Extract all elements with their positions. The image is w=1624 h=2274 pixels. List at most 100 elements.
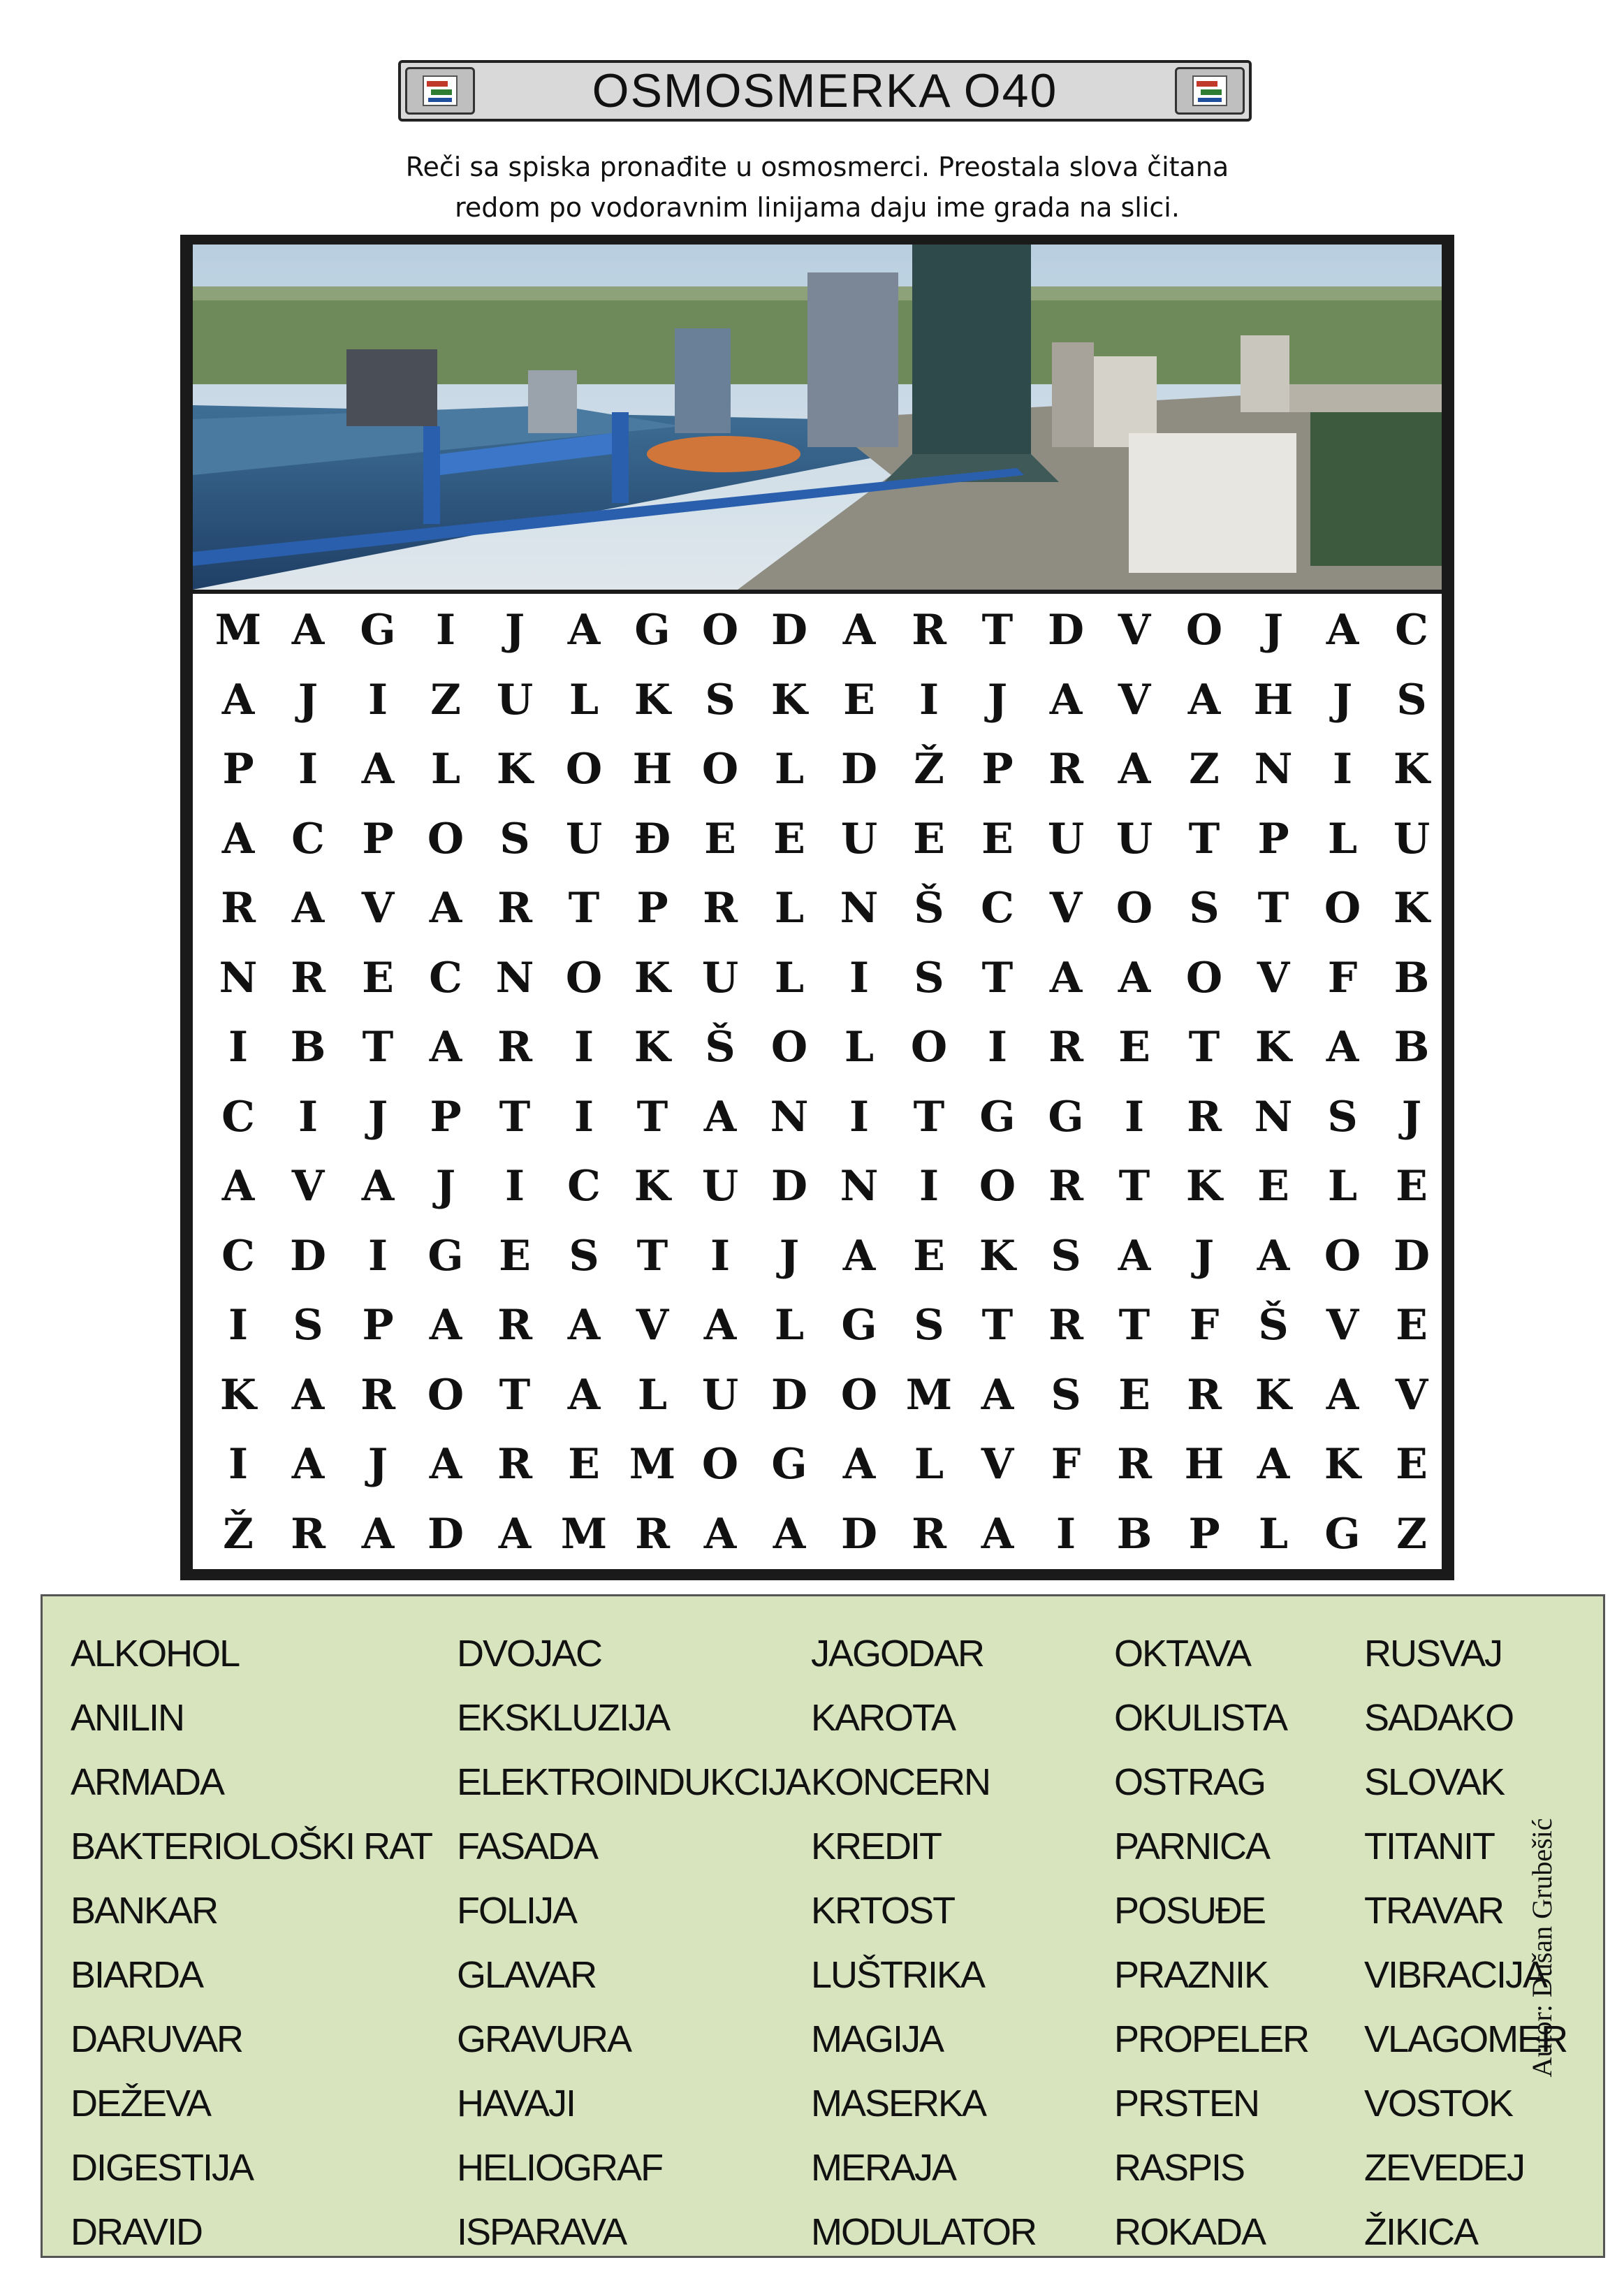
grid-cell: A: [429, 1440, 462, 1489]
grid-cell: Z: [1189, 745, 1220, 794]
grid-cell: K: [1393, 745, 1431, 794]
word-item: ROKADA: [1114, 2211, 1266, 2253]
grid-cell: Š: [914, 884, 944, 933]
word-list: ALKOHOL ANILIN ARMADA BAKTERIOLOŠKI RAT BANK…: [41, 1594, 1605, 2258]
word-item: BANKAR: [71, 1890, 219, 1932]
title-bar: OSMOSMERKA O40: [398, 60, 1252, 122]
page-title: OSMOSMERKA O40: [592, 64, 1058, 117]
grid-row: MAGIJAGODARTDVOJAC: [193, 595, 1442, 665]
grid-cell: I: [919, 675, 939, 724]
grid-cell: J: [1194, 1231, 1215, 1281]
grid-cell: U: [1047, 814, 1085, 863]
grid-cell: A: [1187, 675, 1221, 724]
grid-cell: E: [843, 675, 875, 724]
grid-cell: Š: [1258, 1301, 1289, 1350]
grid-cell: I: [849, 1092, 870, 1142]
grid-cell: P: [430, 1092, 462, 1142]
grid-cell: A: [1257, 1440, 1290, 1489]
grid-cell: K: [219, 1370, 257, 1420]
word-item: ISPARAVA: [457, 2211, 627, 2253]
puzzle-frame: MAGIJAGODARTDVOJACAJIZULKSKEIJAVAHJSPIAL…: [180, 235, 1454, 1580]
word-item: MERAJA: [811, 2147, 957, 2189]
grid-cell: A: [981, 1370, 1014, 1420]
grid-cell: O: [910, 1023, 948, 1072]
grid-cell: A: [291, 884, 325, 933]
grid-cell: Z: [430, 675, 461, 724]
grid-cell: D: [1393, 1231, 1431, 1281]
grid-cell: U: [565, 814, 603, 863]
grid-cell: J: [367, 1440, 388, 1489]
grid-cell: R: [703, 884, 738, 933]
word-item: KRTOST: [811, 1890, 956, 1932]
grid-cell: R: [291, 1509, 325, 1559]
grid-cell: S: [1051, 1370, 1081, 1420]
grid-row: ŽRADAMRAADRAIBPLGZ: [193, 1499, 1442, 1569]
grid-cell: R: [912, 606, 946, 655]
grid-cell: R: [1048, 1023, 1083, 1072]
grid-cell: S: [705, 675, 736, 724]
grid-cell: A: [567, 1370, 601, 1420]
grid-row: ISPARAVALGSTRTFŠVE: [193, 1290, 1442, 1360]
grid-cell: T: [636, 1092, 668, 1142]
grid-cell: Ž: [223, 1509, 254, 1559]
grid-cell: R: [221, 884, 256, 933]
grid-cell: J: [1332, 675, 1353, 724]
word-item: SLOVAK: [1364, 1761, 1505, 1803]
grid-cell: A: [842, 1440, 876, 1489]
grid-cell: A: [429, 884, 462, 933]
grid-cell: D: [289, 1231, 327, 1281]
city-photo: [193, 245, 1442, 590]
grid-cell: S: [1189, 884, 1220, 933]
grid-row: CIJPTITANITGGIRNSJ: [193, 1082, 1442, 1152]
grid-cell: J: [298, 675, 319, 724]
grid-cell: S: [1327, 1092, 1358, 1142]
grid-cell: V: [1118, 675, 1151, 724]
grid-cell: C: [221, 1092, 255, 1142]
grid-cell: O: [565, 953, 603, 1003]
grid-cell: O: [840, 1370, 878, 1420]
book-stack-icon-left: [405, 67, 475, 115]
grid-cell: B: [1393, 953, 1430, 1003]
grid-cell: I: [849, 953, 870, 1003]
grid-cell: C: [567, 1162, 601, 1211]
word-item: ZEVEDEJ: [1364, 2147, 1526, 2189]
book-stack-icon-right: [1175, 67, 1245, 115]
grid-cell: H: [632, 745, 673, 794]
grid-cell: L: [1258, 1509, 1289, 1559]
grid-cell: I: [710, 1231, 731, 1281]
grid-cell: U: [1393, 814, 1431, 863]
grid-cell: C: [221, 1231, 255, 1281]
grid-cell: T: [568, 884, 600, 933]
grid-cell: T: [1257, 884, 1289, 933]
grid-cell: N: [1254, 1092, 1293, 1142]
grid-cell: B: [290, 1023, 326, 1072]
grid-cell: R: [1048, 1301, 1083, 1350]
grid-cell: M: [629, 1440, 676, 1489]
grid-cell: R: [497, 1440, 532, 1489]
grid-cell: E: [913, 814, 945, 863]
grid-row: KAROTALUDOMASERKAV: [193, 1360, 1442, 1430]
word-item: ALKOHOL: [71, 1633, 240, 1675]
word-item: ELEKTROINDUKCIJA: [457, 1761, 811, 1803]
grid-row: CDIGESTIJAEKSAJAOD: [193, 1221, 1442, 1291]
word-column: ALKOHOL ANILIN ARMADA BAKTERIOLOŠKI RAT BANK…: [71, 1621, 433, 2264]
grid-cell: O: [427, 814, 464, 863]
grid-cell: T: [981, 606, 1014, 655]
grid-cell: A: [498, 1509, 532, 1559]
grid-cell: V: [1257, 953, 1290, 1003]
grid-cell: A: [221, 675, 255, 724]
grid-cell: O: [1185, 606, 1223, 655]
grid-cell: J: [779, 1231, 800, 1281]
grid-cell: A: [567, 1301, 601, 1350]
word-item: BIARDA: [71, 1954, 204, 1996]
word-item: KONCERN: [811, 1761, 991, 1803]
grid-cell: E: [981, 814, 1014, 863]
grid-cell: A: [842, 606, 876, 655]
grid-row: AVAJICKUDNIORTKELE: [193, 1151, 1442, 1221]
grid-cell: G: [841, 1301, 877, 1350]
grid-cell: A: [1257, 1231, 1290, 1281]
grid-cell: A: [981, 1509, 1014, 1559]
grid-cell: A: [842, 1231, 876, 1281]
grid-cell: S: [914, 953, 944, 1003]
grid-cell: A: [1049, 953, 1083, 1003]
